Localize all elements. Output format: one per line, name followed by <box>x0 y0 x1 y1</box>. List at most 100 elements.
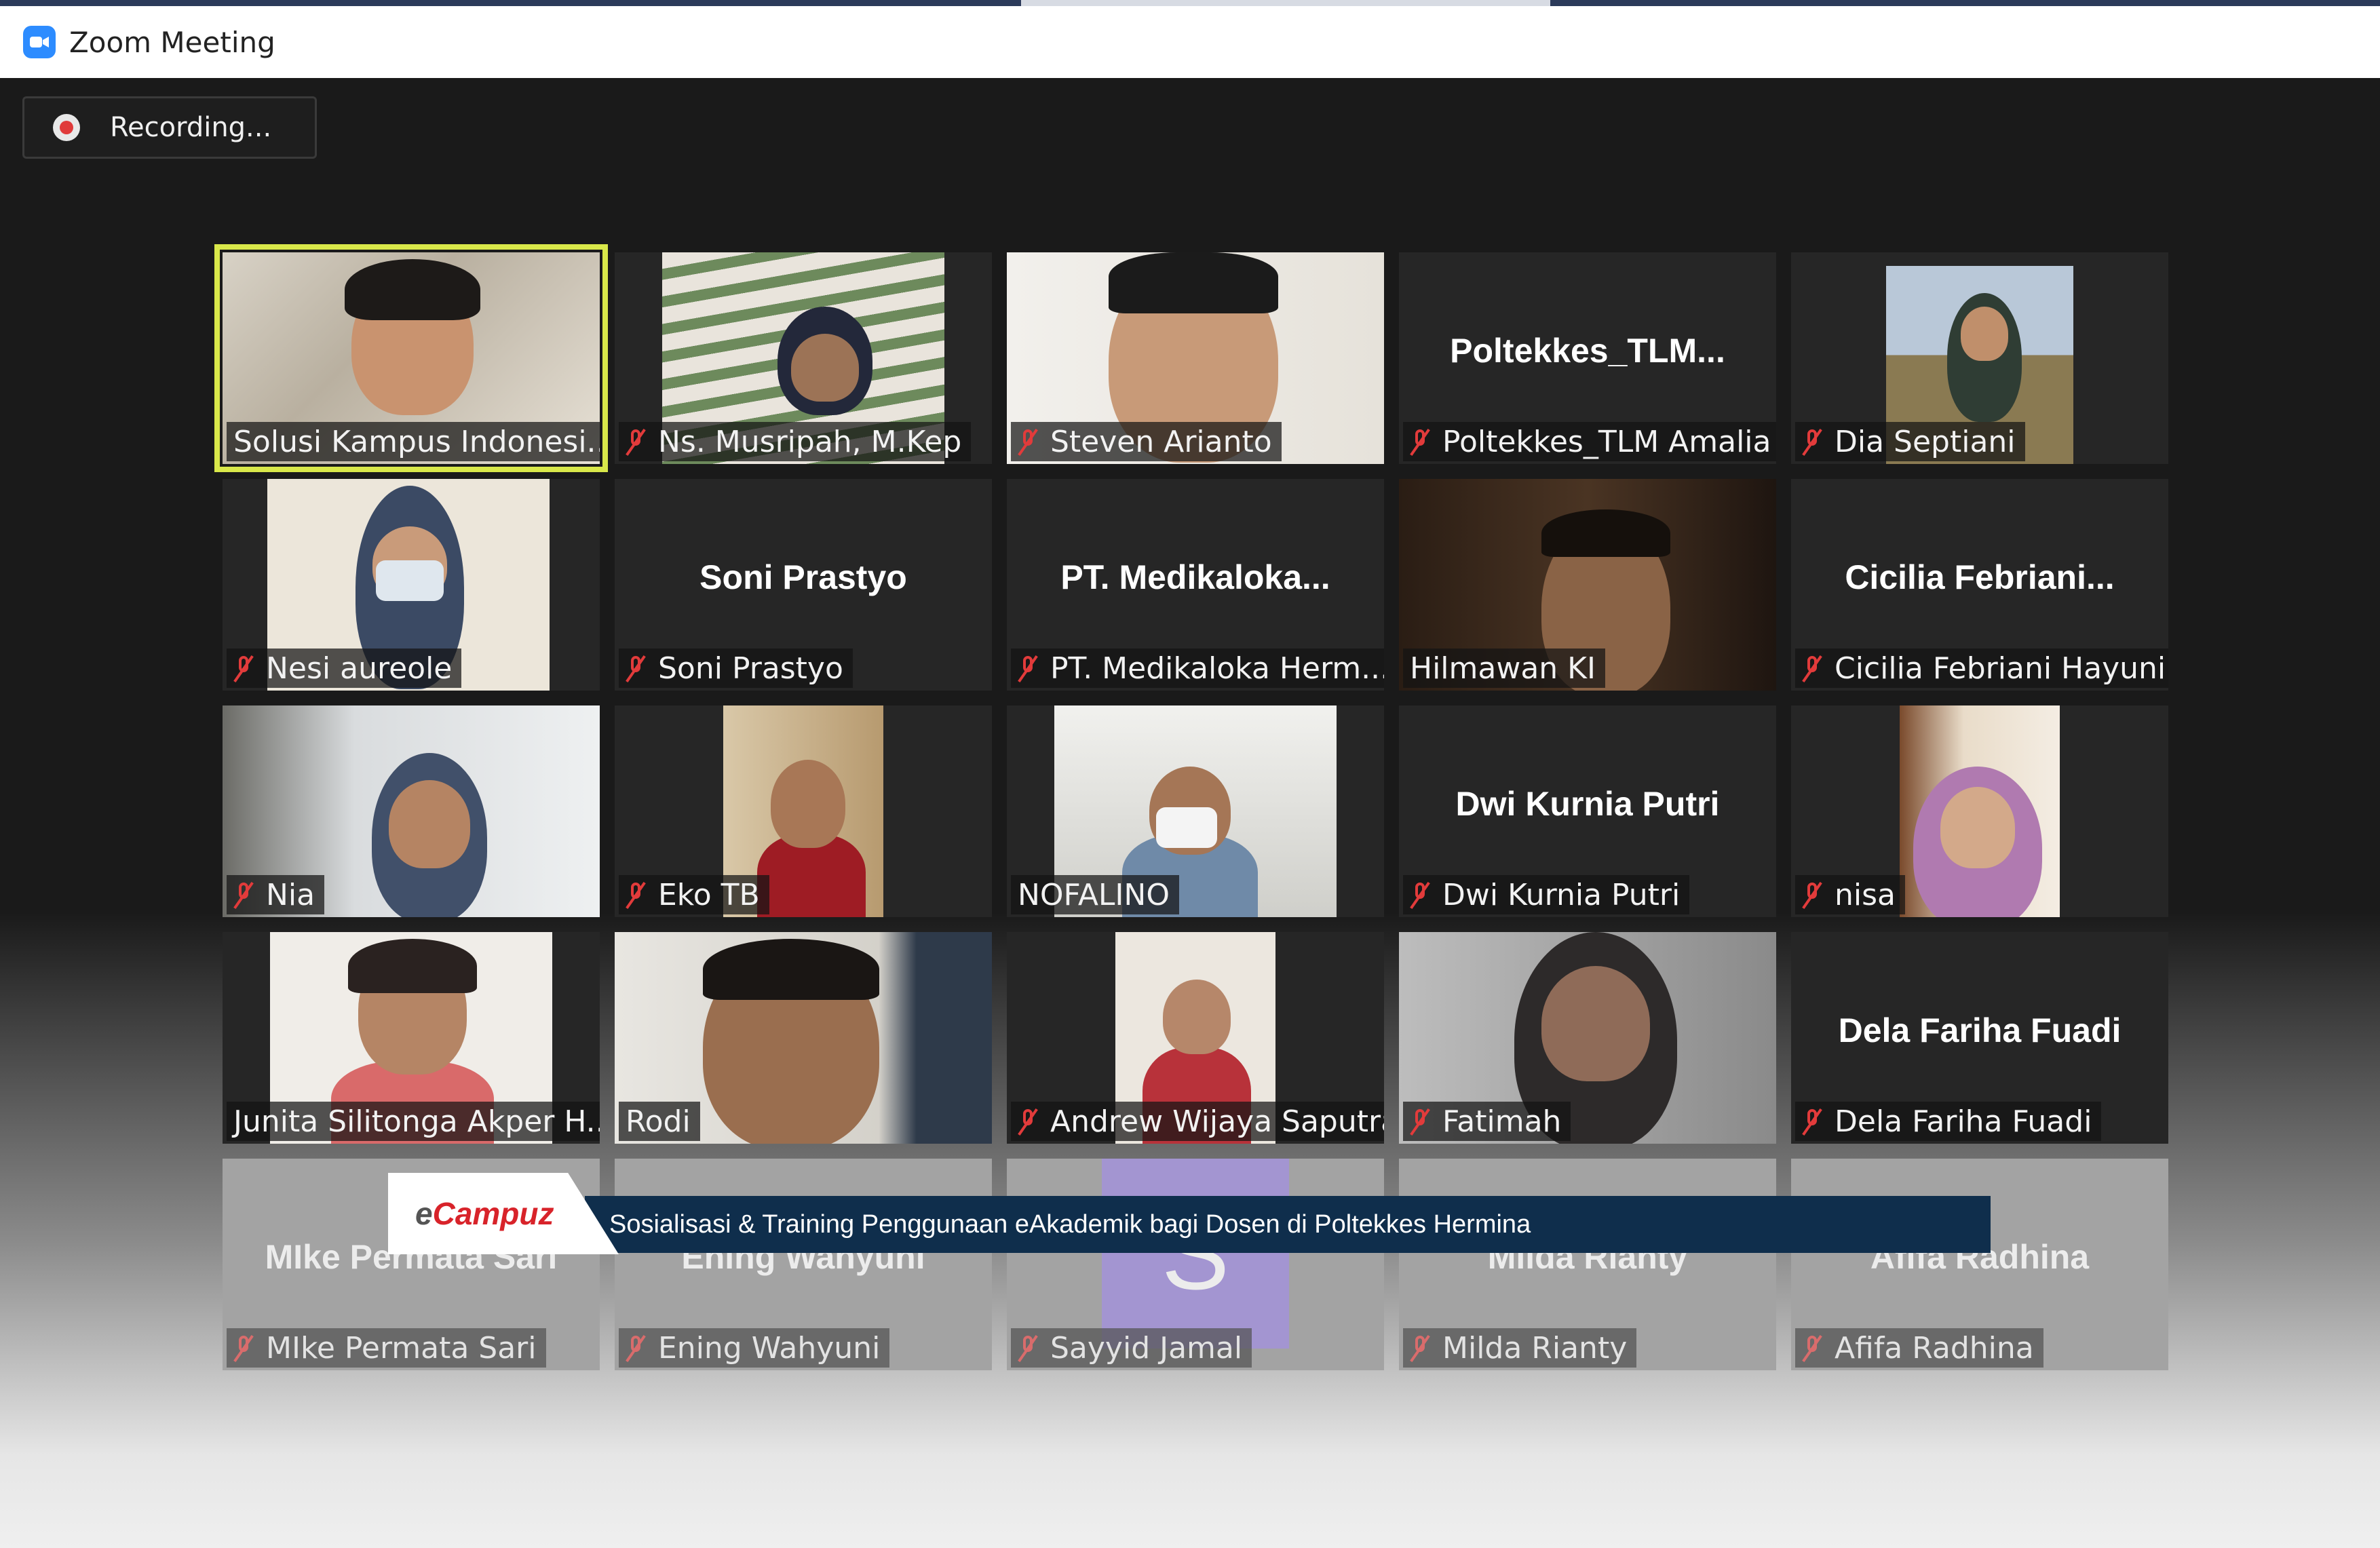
participant-hair <box>348 939 477 993</box>
participant-tile[interactable]: Soni Prastyo Soni Prastyo <box>615 479 992 691</box>
muted-mic-icon <box>1802 428 1822 455</box>
participant-name: nisa <box>1835 877 1896 912</box>
muted-mic-icon <box>1802 655 1822 682</box>
name-label: Hilmawan KI <box>1403 649 1606 688</box>
participant-tile[interactable]: Dela Fariha Fuadi Dela Fariha Fuadi <box>1791 932 2168 1144</box>
participant-name: Cicilia Febriani Hayuni... <box>1835 651 2168 686</box>
name-label: Junita Silitonga Akper H... <box>227 1102 600 1141</box>
participant-face <box>1940 787 2015 868</box>
participant-display-name: Cicilia Febriani... <box>1845 558 2115 596</box>
caption-banner: Sosialisasi & Training Penggunaan eAkade… <box>388 1173 1991 1254</box>
name-label: Poltekkes_TLM Amalia <box>1403 422 1776 461</box>
participant-hair <box>345 259 480 320</box>
recording-indicator[interactable]: Recording... <box>22 96 317 159</box>
logo-prefix: e <box>415 1196 433 1231</box>
participant-name: Ns. Musripah, M.Kep <box>658 424 962 459</box>
participant-tile[interactable]: Eko TB <box>615 705 992 917</box>
participant-name: Steven Arianto <box>1050 424 1272 459</box>
name-label: Nesi aureole <box>227 649 462 688</box>
muted-mic-icon <box>626 428 646 455</box>
participant-name: Rodi <box>626 1104 691 1139</box>
video-feed <box>1900 705 2060 917</box>
participant-display-name: Dwi Kurnia Putri <box>1455 785 1720 823</box>
name-label: Cicilia Febriani Hayuni... <box>1795 649 2168 688</box>
muted-mic-icon <box>1018 428 1038 455</box>
participant-name: Poltekkes_TLM Amalia <box>1442 424 1771 459</box>
participant-name: Nesi aureole <box>266 651 453 686</box>
window-title: Zoom Meeting <box>69 25 275 59</box>
participant-name: Solusi Kampus Indonesi... <box>233 424 600 459</box>
muted-mic-icon <box>233 881 254 908</box>
participant-name: Junita Silitonga Akper H... <box>233 1104 600 1139</box>
name-label: Fatimah <box>1403 1102 1571 1141</box>
name-label: Dwi Kurnia Putri <box>1403 875 1690 914</box>
participant-tile[interactable]: Poltekkes_TLM... Poltekkes_TLM Amalia <box>1399 252 1776 464</box>
name-label: Ns. Musripah, M.Kep <box>619 422 972 461</box>
muted-mic-icon <box>1802 881 1822 908</box>
participant-tile[interactable]: Solusi Kampus Indonesi... <box>214 244 608 472</box>
muted-mic-icon <box>1018 1108 1038 1135</box>
participant-face <box>389 780 470 868</box>
participant-hair <box>1109 252 1278 313</box>
muted-mic-icon <box>1410 1108 1430 1135</box>
recording-label: Recording... <box>110 112 272 143</box>
title-bar: Zoom Meeting <box>0 6 2380 79</box>
name-label: Nia <box>227 875 325 914</box>
participant-name: Soni Prastyo <box>658 651 843 686</box>
participant-face <box>771 760 845 848</box>
participant-tile[interactable]: Andrew Wijaya Saputra <box>1007 932 1384 1144</box>
muted-mic-icon <box>1018 655 1038 682</box>
face-mask <box>1156 807 1217 848</box>
participant-face <box>1541 966 1650 1081</box>
participant-tile[interactable]: Rodi <box>615 932 992 1144</box>
participant-name: Dia Septiani <box>1835 424 2016 459</box>
participant-display-name: PT. Medikaloka... <box>1060 558 1330 596</box>
name-label: nisa <box>1795 875 1905 914</box>
participant-name: Andrew Wijaya Saputra <box>1050 1104 1384 1139</box>
name-label: Dia Septiani <box>1795 422 2025 461</box>
participant-name: Nia <box>266 877 315 912</box>
muted-mic-icon <box>626 881 646 908</box>
muted-mic-icon <box>626 655 646 682</box>
participant-face <box>1961 307 2008 361</box>
name-label: Steven Arianto <box>1011 422 1282 461</box>
participant-tile[interactable]: Hilmawan KI <box>1399 479 1776 691</box>
name-label: Soni Prastyo <box>619 649 853 688</box>
muted-mic-icon <box>233 655 254 682</box>
participant-tile[interactable]: NOFALINO <box>1007 705 1384 917</box>
record-icon <box>53 114 80 141</box>
name-label: Andrew Wijaya Saputra <box>1011 1102 1384 1141</box>
participant-tile[interactable]: nisa <box>1791 705 2168 917</box>
participant-hair <box>703 939 879 1000</box>
participant-tile[interactable]: Junita Silitonga Akper H... <box>223 932 600 1144</box>
participant-name: Dwi Kurnia Putri <box>1442 877 1681 912</box>
participant-name: PT. Medikaloka Herm... <box>1050 651 1384 686</box>
participant-name: Dela Fariha Fuadi <box>1835 1104 2092 1139</box>
participant-display-name: Poltekkes_TLM... <box>1450 332 1725 370</box>
ecampuz-logo: eCampuz <box>388 1173 619 1254</box>
name-label: Dela Fariha Fuadi <box>1795 1102 2102 1141</box>
muted-mic-icon <box>1410 881 1430 908</box>
caption-text: Sosialisasi & Training Penggunaan eAkade… <box>609 1210 1531 1239</box>
name-label: NOFALINO <box>1011 875 1179 914</box>
participant-tile[interactable]: Nesi aureole <box>223 479 600 691</box>
name-label: PT. Medikaloka Herm... <box>1011 649 1384 688</box>
participant-tile[interactable]: PT. Medikaloka... PT. Medikaloka Herm... <box>1007 479 1384 691</box>
participant-name: Eko TB <box>658 877 760 912</box>
participant-name: NOFALINO <box>1018 877 1170 912</box>
name-label: Solusi Kampus Indonesi... <box>227 422 600 461</box>
participant-display-name: Dela Fariha Fuadi <box>1838 1011 2122 1049</box>
participant-name: Fatimah <box>1442 1104 1562 1139</box>
participant-tile[interactable]: Ns. Musripah, M.Kep <box>615 252 992 464</box>
logo-text: eCampuz <box>415 1195 554 1232</box>
logo-word: Campuz <box>432 1196 554 1231</box>
muted-mic-icon <box>1410 428 1430 455</box>
participant-tile[interactable]: Nia <box>223 705 600 917</box>
participant-tile[interactable]: Dwi Kurnia Putri Dwi Kurnia Putri <box>1399 705 1776 917</box>
participant-tile[interactable]: Cicilia Febriani... Cicilia Febriani Hay… <box>1791 479 2168 691</box>
participant-face <box>1163 980 1231 1054</box>
participant-tile[interactable]: Steven Arianto <box>1007 252 1384 464</box>
participant-tile[interactable]: Dia Septiani <box>1791 252 2168 464</box>
participant-tile[interactable]: Fatimah <box>1399 932 1776 1144</box>
taskbar-segment <box>1021 0 1550 6</box>
